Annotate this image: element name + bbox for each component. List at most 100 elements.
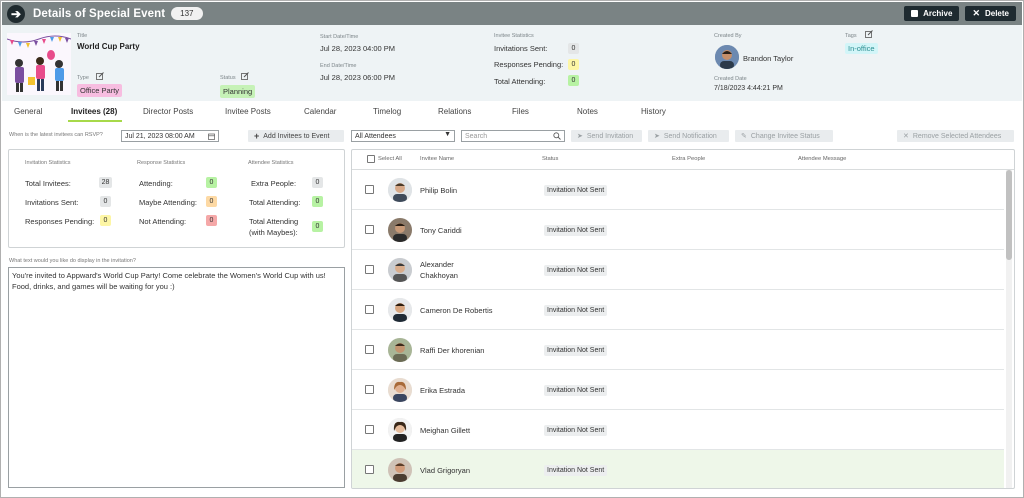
add-invitees-label: Add Invitees to Event [263,132,330,140]
send-notification-label: Send Notification [663,132,717,140]
table-row[interactable]: Erika Estrada Invitation Not Sent [352,370,1004,410]
extra-people-label: Extra People: [251,179,297,188]
row-checkbox[interactable] [365,385,374,394]
row-checkbox[interactable] [365,465,374,474]
archive-button[interactable]: Archive [904,6,960,21]
stats-responses-pending-label: Responses Pending: [25,217,95,226]
delete-button[interactable]: ✕ Delete [965,6,1016,21]
rsvp-date-input[interactable]: Jul 21, 2023 08:00 AM [121,130,219,142]
row-checkbox[interactable] [365,345,374,354]
header-extra-people[interactable]: Extra People [672,156,705,162]
invitee-name-line1: Alexander [420,260,454,269]
responses-pending-label: Responses Pending: [494,60,564,69]
total-attending-count: 0 [568,75,579,86]
table-row[interactable]: Vlad Grigoryan Invitation Not Sent [352,450,1004,488]
title-label: Title [77,33,88,39]
attendee-filter-value: All Attendees [355,132,396,140]
row-checkbox[interactable] [365,425,374,434]
edit-type-icon[interactable] [96,72,104,80]
invitation-text-area[interactable]: You're invited to Appward's World Cup Pa… [8,267,345,488]
table-row[interactable]: Tony Cariddi Invitation Not Sent [352,210,1004,250]
close-icon: ✕ [903,133,909,140]
tab-notes[interactable]: Notes [577,107,598,116]
tab-history[interactable]: History [641,107,666,116]
not-attending-label: Not Attending: [139,217,187,226]
change-status-button[interactable]: ✎ Change Invitee Status [735,130,833,142]
row-checkbox[interactable] [365,305,374,314]
avatar [388,258,412,282]
table-row[interactable]: Cameron De Robertis Invitation Not Sent [352,290,1004,330]
remove-selected-button[interactable]: ✕ Remove Selected Attendees [897,130,1014,142]
not-attending-count: 0 [206,215,217,226]
total-attending-label: Total Attending: [494,77,546,86]
send-icon: ➤ [577,133,583,140]
type-badge: Office Party [77,84,123,97]
edit-tags-icon[interactable] [865,30,873,38]
record-count-badge: 137 [171,7,203,20]
created-by-label: Created By [714,33,742,39]
tab-general[interactable]: General [14,107,42,116]
row-checkbox[interactable] [365,225,374,234]
send-invitation-button[interactable]: ➤ Send Invitation [571,130,642,142]
table-row[interactable]: Meighan Gillett Invitation Not Sent [352,410,1004,450]
invitee-name-line2: Chakhoyan [420,271,458,280]
close-icon: ✕ [972,8,980,18]
scrollbar-thumb[interactable] [1006,170,1012,260]
creator-avatar [715,45,739,69]
tab-invitee-posts[interactable]: Invitee Posts [225,107,271,116]
add-invitees-button[interactable]: + Add Invitees to Event [248,130,344,142]
invitation-status-badge: Invitation Not Sent [544,225,608,236]
row-checkbox[interactable] [365,265,374,274]
start-datetime: Jul 28, 2023 04:00 PM [320,44,396,53]
delete-label: Delete [984,9,1009,18]
header-invitee-name[interactable]: Invitee Name [420,156,454,162]
rsvp-label: When is the latest invitees can RSVP? [9,132,103,138]
table-row[interactable]: Alexander Chakhoyan Invitation Not Sent [352,250,1004,290]
tab-director-posts[interactable]: Director Posts [143,107,193,116]
event-image [7,33,71,95]
responses-pending-count: 0 [568,59,579,70]
invitation-status-badge: Invitation Not Sent [544,385,608,396]
avatar [388,298,412,322]
status-label: Status [220,75,236,81]
edit-status-icon[interactable] [241,72,249,80]
select-all-checkbox[interactable] [367,155,375,163]
attendee-filter-select[interactable]: All Attendees ▼ [351,130,455,142]
edit-icon: ✎ [741,133,747,140]
archive-label: Archive [923,9,953,18]
tab-relations[interactable]: Relations [438,107,471,116]
back-arrow-icon[interactable]: ➔ [7,4,25,23]
table-row[interactable]: Philip Bolin Invitation Not Sent [352,170,1004,210]
tab-timelog[interactable]: Timelog [373,107,401,116]
table-row[interactable]: Raffi Der khorenian Invitation Not Sent [352,330,1004,370]
row-checkbox[interactable] [365,185,374,194]
event-details-window: ➔ Details of Special Event 137 Archive ✕… [0,0,1024,498]
tab-calendar[interactable]: Calendar [304,107,336,116]
tab-files[interactable]: Files [512,107,529,116]
send-icon: ➤ [654,133,660,140]
tag-badge: In-office [845,43,878,54]
search-icon[interactable] [553,132,561,140]
header-status[interactable]: Status [542,156,558,162]
invitee-name: Erika Estrada [420,386,466,395]
status-badge: Planning [220,85,256,98]
attending-label: Attending: [139,179,173,188]
type-label: Type [77,75,89,81]
search-input[interactable]: Search [461,130,565,142]
tab-invitees[interactable]: Invitees (28) [71,107,117,116]
start-label: Start Date/Time [320,34,359,40]
calendar-icon[interactable] [208,133,215,140]
event-title: World Cup Party [77,42,140,51]
invitation-stats-header: Invitation Statistics [25,160,71,166]
avatar [388,338,412,362]
total-invitees-count: 28 [99,177,112,188]
send-notification-button[interactable]: ➤ Send Notification [648,130,729,142]
table-scrollbar[interactable] [1006,170,1012,488]
avatar [388,378,412,402]
invitation-status-badge: Invitation Not Sent [544,345,608,356]
active-tab-indicator [68,120,122,122]
invitee-name: Cameron De Robertis [420,306,493,315]
total-with-maybes-count: 0 [312,221,323,232]
stats-invitations-sent-label: Invitations Sent: [25,198,79,207]
header-attendee-message[interactable]: Attendee Message [798,156,846,162]
